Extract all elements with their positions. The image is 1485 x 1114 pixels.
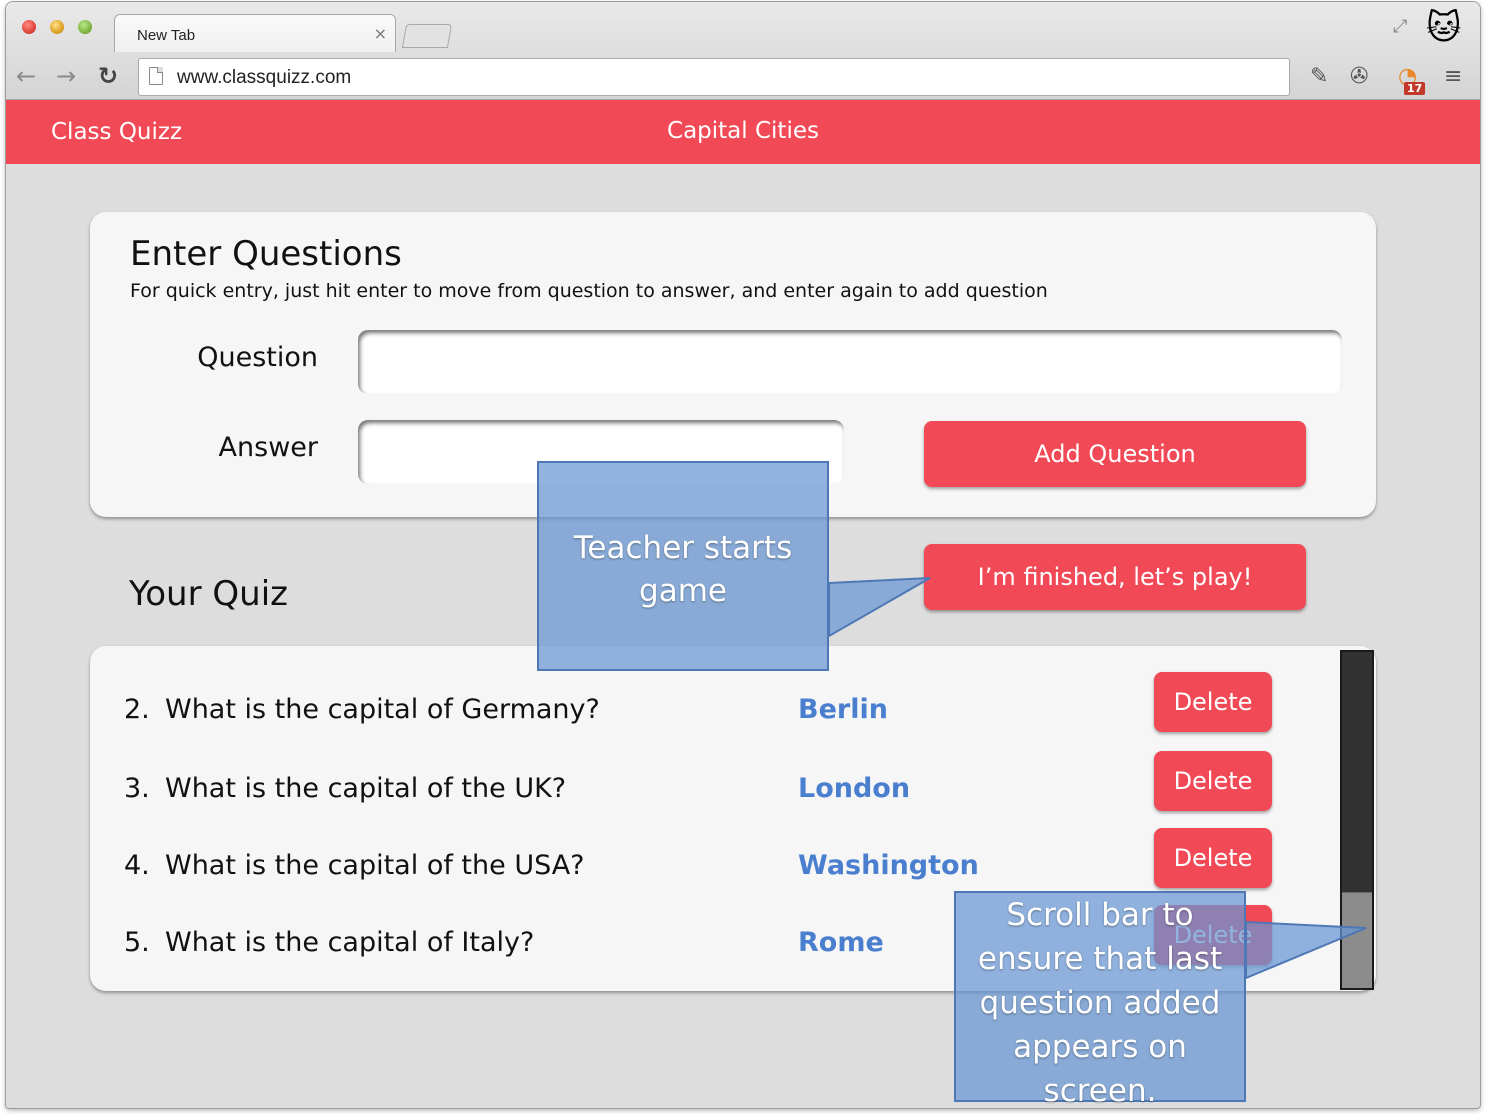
back-arrow-icon[interactable]: ← (16, 62, 36, 90)
film-reel-icon[interactable]: ✇ (1350, 64, 1368, 89)
browser-tab[interactable]: New Tab × (114, 14, 396, 52)
question-number: 5. (124, 927, 150, 958)
address-bar[interactable]: www.classquizz.com (138, 58, 1290, 96)
your-quiz-heading: Your Quiz (129, 574, 288, 614)
close-window-button[interactable] (22, 20, 36, 34)
quiz-list-scrollbar[interactable] (1340, 650, 1374, 990)
question-number: 4. (124, 850, 150, 881)
answer-label: Answer (218, 432, 318, 463)
tab-close-icon[interactable]: × (374, 24, 387, 43)
cat-avatar-icon[interactable]: 🐱 (1426, 8, 1461, 48)
page-icon (149, 67, 163, 85)
question-answer: Berlin (798, 694, 888, 725)
question-text: What is the capital of Germany? (165, 694, 600, 725)
menu-icon[interactable]: ≡ (1444, 64, 1462, 89)
zoom-window-button[interactable] (78, 20, 92, 34)
quiz-title: Capital Cities (667, 118, 819, 144)
enter-questions-heading: Enter Questions (130, 234, 402, 274)
scrollbar-thumb[interactable] (1342, 892, 1372, 988)
delete-button[interactable]: Delete (1154, 672, 1272, 732)
delete-button[interactable]: Delete (1154, 828, 1272, 888)
question-answer: Rome (798, 927, 884, 958)
question-text: What is the capital of the UK? (165, 773, 567, 804)
question-answer: Washington (798, 850, 979, 881)
add-question-button[interactable]: Add Question (924, 421, 1306, 487)
question-number: 3. (124, 773, 150, 804)
question-number: 2. (124, 694, 150, 725)
list-item: 4. What is the capital of the USA? Washi… (90, 828, 1376, 898)
reload-icon[interactable]: ↻ (98, 62, 118, 90)
url-text[interactable]: www.classquizz.com (177, 67, 351, 89)
scroll-callout: Scroll bar to ensure that last question … (954, 891, 1246, 1109)
tab-title: New Tab (137, 27, 196, 44)
question-text: What is the capital of the USA? (165, 850, 585, 881)
delete-button[interactable]: Delete (1154, 751, 1272, 811)
browser-chrome: New Tab × ⤢ 🐱 ← → ↻ www.classquizz.com ✎… (6, 2, 1480, 100)
app-header: Class Quizz Capital Cities (6, 100, 1480, 164)
fullscreen-icon[interactable]: ⤢ (1393, 16, 1407, 37)
list-item: 3. What is the capital of the UK? London… (90, 751, 1376, 821)
question-text: What is the capital of Italy? (165, 927, 535, 958)
game-callout: Teacher starts game (537, 461, 829, 671)
start-game-button[interactable]: I’m finished, let’s play! (924, 544, 1306, 610)
minimize-window-button[interactable] (50, 20, 64, 34)
list-item: 2. What is the capital of Germany? Berli… (90, 672, 1376, 742)
new-tab-button[interactable] (401, 24, 453, 48)
forward-arrow-icon[interactable]: → (56, 62, 76, 90)
entry-help-text: For quick entry, just hit enter to move … (130, 280, 1048, 302)
question-input[interactable] (358, 330, 1342, 394)
eyedropper-icon[interactable]: ✎ (1310, 64, 1328, 89)
extension-badge: 17 (1404, 82, 1426, 95)
question-answer: London (798, 773, 911, 804)
question-label: Question (197, 342, 318, 373)
